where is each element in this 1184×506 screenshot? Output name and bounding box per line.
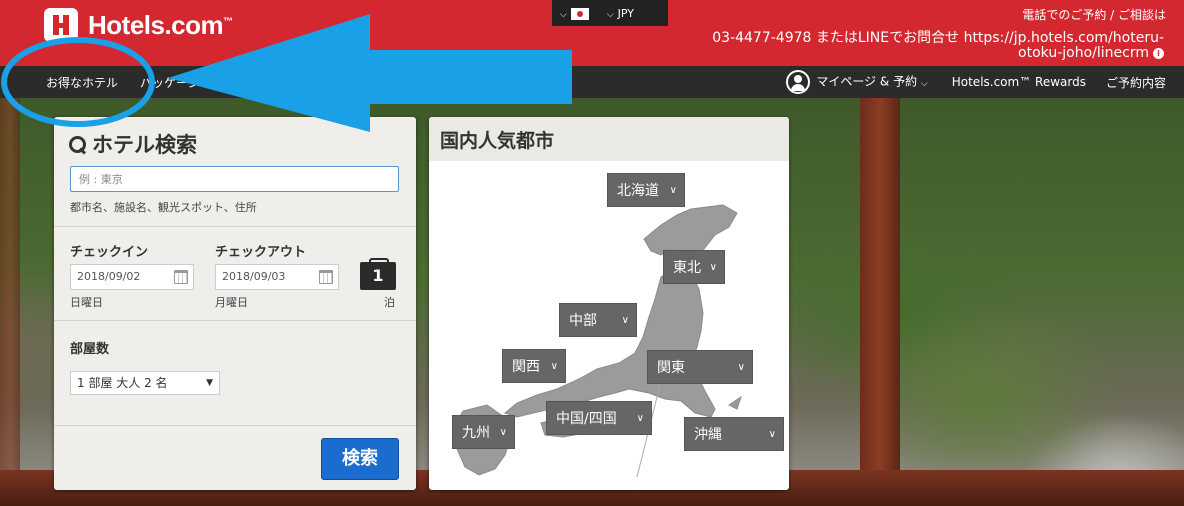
rooms-value: 1 部屋 大人 2 名 [77,376,168,390]
region-chubu-button[interactable]: 中部 ∨ [559,303,637,337]
divider [54,320,416,321]
destination-input[interactable] [70,166,399,192]
rooms-label: 部屋数 [70,342,110,357]
nights-count: 1 [360,258,396,290]
region-kyushu-button[interactable]: 九州 ∨ [452,415,515,449]
region-kansai-button[interactable]: 関西 ∨ [502,349,566,383]
chevron-down-icon: ∨ [737,362,745,373]
chevron-down-icon: ∨ [621,315,629,326]
region-okinawa-button[interactable]: 沖縄 ∨ [684,417,784,451]
checkout-label: チェックアウト [215,245,307,260]
checkin-date-value: 2018/09/02 [77,270,141,283]
region-label: 東北 [673,260,701,276]
search-title: ホテル検索 [68,129,197,159]
brand-tm: ™ [223,15,233,27]
region-label: 中部 [569,313,597,329]
wooden-pillar-left [0,98,20,506]
main-nav: お得なホテル パッケージ マイページ & 予約 ⌵ Hotels.com™ Re… [0,66,1184,98]
chevron-down-icon: ∨ [768,429,776,440]
checkin-day: 日曜日 [70,296,103,309]
hotel-search-panel: ホテル検索 都市名、施設名、観光スポット、住所 チェックイン チェックアウト 2… [54,117,416,490]
chevron-down-icon: ∨ [709,262,717,273]
currency-label: JPY [617,6,635,20]
calendar-icon[interactable] [319,270,333,284]
divider [54,226,416,227]
region-label: 関西 [512,359,540,375]
brand-name: Hotels.com [88,9,224,40]
divider [54,425,416,426]
search-icon [68,135,86,153]
checkout-day: 月曜日 [215,296,248,309]
checkout-date-field[interactable]: 2018/09/03 [215,264,339,290]
region-hokkaido-button[interactable]: 北海道 ∨ [607,173,685,207]
hotels-logo[interactable]: Hotels.com™ [44,8,233,42]
search-title-text: ホテル検索 [92,133,197,157]
region-chugoku-shikoku-button[interactable]: 中国/四国 ∨ [546,401,652,435]
chevron-down-icon: ∨ [550,361,558,372]
currency-dropdown[interactable]: ⌵ JPY [607,7,634,20]
wooden-pillar [860,98,900,506]
chevron-down-icon: ⌵ [560,9,567,20]
contact-line-text[interactable]: 03-4477-4978 またはLINEでお問合せ https://jp.hot… [712,30,1164,61]
rooms-select[interactable]: 1 部屋 大人 2 名 ▼ [70,371,220,395]
chevron-down-icon: ∨ [499,427,507,438]
calendar-icon[interactable] [174,270,188,284]
chevron-down-icon: ∨ [669,185,677,196]
checkout-date-value: 2018/09/03 [222,270,286,283]
popular-cities-panel: 国内人気都市 北海道 ∨ 東北 ∨ 中部 ∨ 関西 ∨ 関東 ∨ 中国/四国 ∨ 九州 ∨ 沖… [429,117,789,490]
region-label: 北海道 [617,183,659,199]
nights-unit: 泊 [384,296,395,309]
info-icon[interactable]: i [1153,47,1164,59]
chevron-down-icon: ⌵ [920,78,928,89]
contact-label: 電話でのご予約 / ご相談は [1022,8,1166,22]
site-header: Hotels.com™ ⌵ ⌵ JPY 電話でのご予約 / ご相談は 03-447… [0,0,1184,66]
region-label: 沖縄 [694,427,722,443]
japan-flag-icon [570,7,589,20]
checkin-date-field[interactable]: 2018/09/02 [70,264,194,290]
region-kanto-button[interactable]: 関東 ∨ [647,350,753,384]
language-dropdown[interactable]: ⌵ [560,7,589,20]
caret-down-icon: ▼ [206,378,213,388]
region-label: 九州 [462,425,490,441]
hotels-h-icon [44,8,78,42]
region-label: 中国/四国 [556,411,617,427]
chevron-down-icon: ⌵ [606,9,614,20]
locale-selector[interactable]: ⌵ ⌵ JPY [552,0,668,26]
checkin-label: チェックイン [70,245,149,260]
search-button[interactable]: 検索 [321,438,399,480]
popular-cities-title: 国内人気都市 [440,130,555,152]
region-label: 関東 [657,360,685,376]
region-tohoku-button[interactable]: 東北 ∨ [663,250,725,284]
nav-packages[interactable]: パッケージ [140,74,200,91]
nav-mypage-label: マイページ & 予約 [816,74,918,89]
nav-booking[interactable]: ご予約内容 [1106,74,1166,91]
contact-phone-line: 03-4477-4978 またはLINEでお問合せ https://jp.hot… [694,31,1164,61]
destination-hint: 都市名、施設名、観光スポット、住所 [70,201,257,214]
chevron-down-icon: ∨ [636,413,644,424]
nav-deals[interactable]: お得なホテル [46,74,118,91]
nav-rewards[interactable]: Hotels.com™ Rewards [952,75,1086,89]
map-header: 国内人気都市 [429,117,789,161]
nav-mypage[interactable]: マイページ & 予約 ⌵ [786,70,931,94]
user-icon [786,70,811,94]
